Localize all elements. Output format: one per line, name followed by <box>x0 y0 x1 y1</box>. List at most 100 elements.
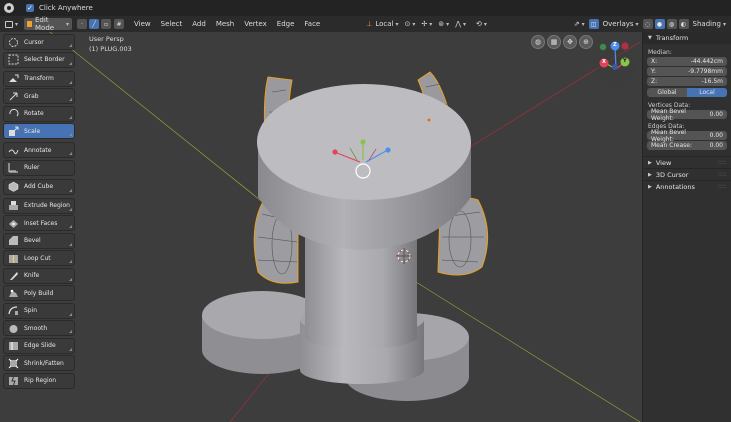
tool-transform[interactable]: Transform <box>3 70 75 87</box>
global-button[interactable]: Global <box>647 88 687 97</box>
tool-variants-indicator <box>69 152 72 155</box>
knife-icon <box>7 270 19 281</box>
perspective-toggle-button[interactable]: ▦ <box>547 35 561 49</box>
camera-view-button[interactable]: ◍ <box>531 35 545 49</box>
edge-select-icon: ╱ <box>92 20 96 28</box>
median-x-field[interactable]: X: -44.442cm <box>647 57 727 66</box>
blender-logo-icon[interactable] <box>0 0 18 16</box>
overlays-dropdown[interactable]: Overlays ▾ <box>600 18 642 30</box>
tool-spin[interactable]: Spin <box>3 302 75 319</box>
coordinate-space-toggle: Global Local <box>647 88 727 97</box>
tool-rip-region[interactable]: Rip Region <box>3 372 75 389</box>
3d-viewport[interactable]: Z X Y ◍ ▦ ✥ ⊕ User Persp (1) PLUG.003 Cu… <box>0 32 731 422</box>
tool-annotate[interactable]: Annotate <box>3 142 75 158</box>
xray-button[interactable]: # <box>114 19 125 29</box>
menu-vertex[interactable]: Vertex <box>239 18 272 30</box>
drag-handle-icon[interactable]: :::: <box>718 183 726 190</box>
menu-edge[interactable]: Edge <box>272 18 300 30</box>
proportional-falloff-select[interactable]: ⋀ ▾ <box>452 18 469 30</box>
menu-select[interactable]: Select <box>156 18 188 30</box>
menu-face[interactable]: Face <box>299 18 325 30</box>
edge-select-button[interactable]: ╱ <box>89 19 100 29</box>
wireframe-shading-button[interactable]: ◌ <box>642 19 653 29</box>
face-select-button[interactable]: ▫ <box>101 19 112 29</box>
orientation-label: Local <box>375 20 394 28</box>
zoom-view-button[interactable]: ⊕ <box>579 35 593 49</box>
annotations-panel-header[interactable]: ▶ Annotations :::: <box>643 180 731 192</box>
loop-cut-icon <box>7 253 19 264</box>
tool-knife[interactable]: Knife <box>3 267 75 284</box>
tool-select-border[interactable]: Select Border <box>3 51 75 68</box>
click-anywhere-checkbox[interactable]: ✓ <box>26 4 34 12</box>
median-z-field[interactable]: Z: -16.5m <box>647 77 727 86</box>
x-value: -44.442cm <box>690 58 723 65</box>
overlays-toggle[interactable]: ◫ <box>588 19 599 29</box>
tool-bevel[interactable]: Bevel <box>3 232 75 249</box>
proportional-edit-toggle[interactable]: ⊚ ▾ <box>435 18 452 30</box>
tool-shrink-fatten[interactable]: Shrink/Fatten <box>3 355 75 371</box>
transform-orientation-select[interactable]: ⊥ Local ▾ <box>363 18 401 30</box>
transform-panel-header[interactable]: ▼ Transform <box>643 32 731 44</box>
tool-smooth[interactable]: Smooth <box>3 320 75 336</box>
mean-crease-label: Mean Crease: <box>651 142 692 149</box>
tool-edge-slide[interactable]: Edge Slide <box>3 337 75 354</box>
gizmo-toggle[interactable]: ⇗ ▾ <box>571 18 588 30</box>
menu-mesh[interactable]: Mesh <box>211 18 239 30</box>
tower-cap <box>257 84 471 250</box>
wireframe-icon: ◌ <box>644 20 651 28</box>
move-view-button[interactable]: ✥ <box>563 35 577 49</box>
rendered-shading-button[interactable]: ◐ <box>678 19 689 29</box>
select-border-icon <box>7 54 19 65</box>
tool-add-cube[interactable]: Add Cube <box>3 178 75 195</box>
solid-shading-button[interactable]: ● <box>654 19 665 29</box>
drag-handle-icon[interactable]: :::: <box>718 171 726 178</box>
cursor-icon <box>7 37 19 48</box>
editor-type-button[interactable]: ▾ <box>2 18 21 30</box>
edges-bevel-weight-field[interactable]: Mean Bevel Weight: 0.00 <box>647 129 727 143</box>
view-panel-header[interactable]: ▶ View :::: <box>643 156 731 168</box>
tool-variants-indicator <box>69 225 72 228</box>
pivot-point-select[interactable]: ⊙ ▾ <box>402 18 419 30</box>
median-y-field[interactable]: Y: -9.7798mm <box>647 67 727 76</box>
edge-slide-icon <box>7 340 19 351</box>
tool-extrude-region[interactable]: Extrude Region <box>3 197 75 214</box>
tool-scale[interactable]: Scale <box>3 123 75 139</box>
tool-poly-build[interactable]: Poly Build <box>3 285 75 301</box>
vertex-select-button[interactable]: · <box>77 19 88 29</box>
mode-label: Edit Mode <box>35 16 55 32</box>
poly-build-icon <box>7 288 19 299</box>
menu-add[interactable]: Add <box>187 18 211 30</box>
edges-bevel-weight-value: 0.00 <box>709 132 723 139</box>
gizmo-y-label: Y <box>623 58 627 64</box>
tool-loop-cut[interactable]: Loop Cut <box>3 250 75 266</box>
mode-select[interactable]: Edit Mode ▾ <box>24 16 73 32</box>
3d-cursor-panel-header[interactable]: ▶ 3D Cursor :::: <box>643 168 731 180</box>
orientation-icon: ⊥ <box>366 20 373 28</box>
smooth-icon <box>7 323 19 334</box>
y-label: Y: <box>651 68 656 75</box>
edit-mode-icon <box>27 21 32 27</box>
tool-label: Extrude Region <box>24 202 70 209</box>
tool-label: Transform <box>24 75 54 82</box>
material-shading-button[interactable]: ◍ <box>666 19 677 29</box>
scene-render[interactable] <box>0 32 731 422</box>
drag-handle-icon[interactable]: :::: <box>718 159 726 166</box>
tool-rotate[interactable]: Rotate <box>3 105 75 122</box>
shading-label: Shading <box>692 20 721 28</box>
tool-cursor[interactable]: Cursor <box>3 34 75 50</box>
tool-inset-faces[interactable]: Inset Faces <box>3 215 75 231</box>
tool-ruler[interactable]: Ruler <box>3 159 75 176</box>
sync-select[interactable]: ⟲ ▾ <box>473 18 490 30</box>
ruler-icon <box>7 162 19 173</box>
y-value: -9.7798mm <box>688 68 723 75</box>
shading-dropdown[interactable]: Shading ▾ <box>690 18 729 30</box>
tool-grab[interactable]: Grab <box>3 88 75 104</box>
solid-icon: ● <box>656 20 663 28</box>
menu-view[interactable]: View <box>129 18 156 30</box>
grab-icon <box>7 91 19 102</box>
local-button[interactable]: Local <box>687 88 727 97</box>
tool-variants-indicator <box>69 312 72 316</box>
snap-toggle[interactable]: ✢ ▾ <box>418 18 435 30</box>
vertices-bevel-weight-field[interactable]: Mean Bevel Weight: 0.00 <box>647 108 727 122</box>
mean-crease-field[interactable]: Mean Crease: 0.00 <box>647 141 727 150</box>
